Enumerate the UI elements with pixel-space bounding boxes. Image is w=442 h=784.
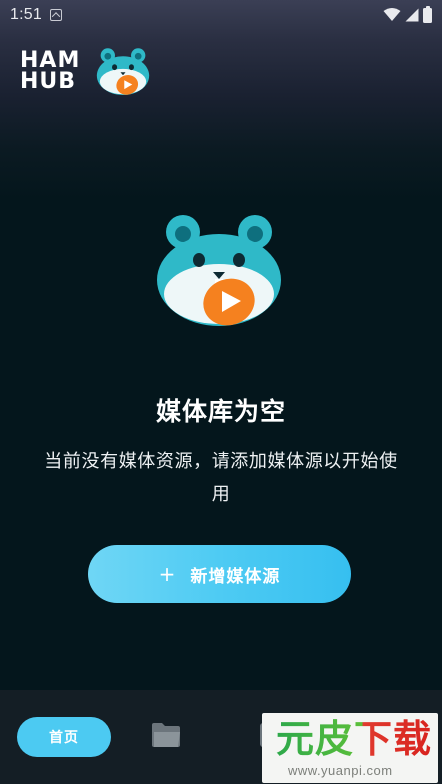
- empty-state-hamster-icon: [157, 215, 281, 326]
- logo-line-1: HAM: [20, 48, 81, 73]
- add-media-source-label: 新增媒体源: [190, 566, 281, 587]
- app-logo-text: HAM HUB: [20, 48, 84, 94]
- wifi-icon: [383, 8, 401, 21]
- folder-icon[interactable]: [150, 721, 182, 749]
- status-time: 1:51: [10, 6, 42, 23]
- plus-icon: +: [158, 562, 177, 586]
- watermark-logo: 元皮下载 www.yuanpi.com: [262, 713, 438, 783]
- watermark-url: www.yuanpi.com: [288, 763, 393, 778]
- hamster-play-icon: [96, 48, 150, 96]
- status-bar: 1:51: [0, 0, 442, 30]
- add-media-source-button[interactable]: + 新增媒体源: [88, 545, 351, 603]
- app-header: HAM HUB: [20, 44, 150, 98]
- empty-state-title: 媒体库为空: [155, 397, 286, 426]
- logo-line-2: HUB: [20, 69, 77, 94]
- app-notification-icon: [49, 9, 62, 21]
- app-screen: 1:51 HAM HUB 媒体库为空 当前没有媒体资源，请添加媒体源以开始使用 …: [0, 0, 442, 784]
- status-icons: [383, 5, 432, 23]
- empty-state-description: 当前没有媒体资源，请添加媒体源以开始使用: [44, 451, 398, 505]
- battery-icon: [423, 5, 432, 23]
- watermark-main-text: 元皮下载: [276, 717, 433, 761]
- nav-home-tab[interactable]: 首页: [17, 717, 111, 757]
- signal-icon: [405, 8, 419, 22]
